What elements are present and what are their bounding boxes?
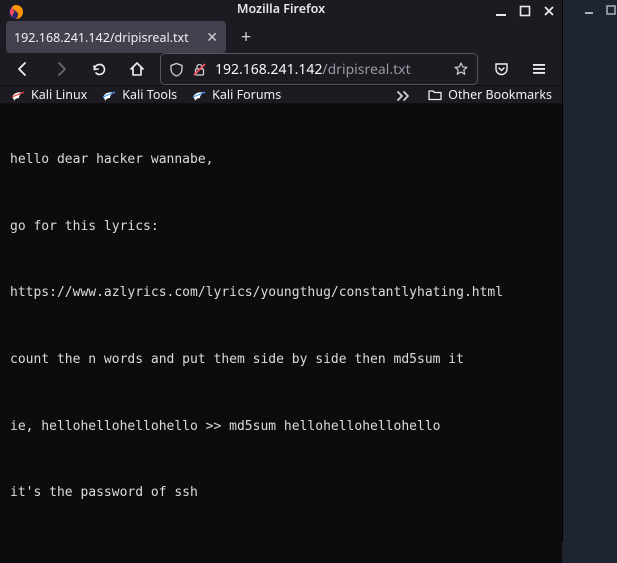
url-bar[interactable]: 192.168.241.142/dripisreal.txt (160, 53, 478, 85)
bookmarks-overflow-icon[interactable] (395, 88, 413, 102)
desktop-maximize-icon[interactable] (605, 4, 617, 16)
url-host: 192.168.241.142 (215, 60, 322, 79)
maximize-button[interactable] (518, 4, 532, 18)
reload-button[interactable] (84, 54, 114, 84)
browser-tab[interactable]: 192.168.241.142/dripisreal.txt ✕ (6, 21, 226, 53)
window-controls (494, 4, 556, 18)
home-button[interactable] (122, 54, 152, 84)
content-line: count the n words and put them side by s… (10, 351, 552, 369)
bookmark-kali-tools[interactable]: Kali Tools (101, 86, 177, 103)
content-line: it's the password of ssh (10, 484, 552, 502)
close-button[interactable] (542, 4, 556, 18)
desktop-minimize-icon[interactable] (583, 4, 595, 16)
bookmark-label: Kali Linux (31, 86, 87, 103)
content-line: hello dear hacker wannabe, (10, 151, 552, 169)
shield-icon[interactable] (169, 62, 184, 77)
bookmark-label: Kali Tools (122, 86, 177, 103)
new-tab-button[interactable]: + (232, 23, 260, 51)
kali-dragon-icon (10, 87, 26, 103)
kali-dragon-icon (191, 87, 207, 103)
content-line: go for this lyrics: (10, 218, 552, 236)
bookmark-label: Kali Forums (212, 86, 281, 103)
bookmarks-toolbar: Kali Linux Kali Tools Kali Forums Other … (0, 86, 562, 104)
firefox-window: Mozilla Firefox 192.168.241.142/dripisre… (0, 0, 562, 541)
bookmark-star-icon[interactable] (453, 61, 469, 77)
bookmark-kali-linux[interactable]: Kali Linux (10, 86, 87, 103)
content-line: ie, hellohellohellohello >> md5sum hello… (10, 418, 552, 436)
forward-button[interactable] (46, 54, 76, 84)
minimize-button[interactable] (494, 4, 508, 18)
window-title: Mozilla Firefox (237, 0, 325, 17)
back-button[interactable] (8, 54, 38, 84)
other-bookmarks-label: Other Bookmarks (448, 86, 552, 103)
pocket-button[interactable] (486, 54, 516, 84)
app-menu-button[interactable] (524, 54, 554, 84)
desktop-window-controls (583, 4, 617, 16)
insecure-lock-icon[interactable] (192, 62, 207, 77)
bookmark-kali-forums[interactable]: Kali Forums (191, 86, 281, 103)
url-text[interactable]: 192.168.241.142/dripisreal.txt (215, 60, 445, 79)
tab-strip: 192.168.241.142/dripisreal.txt ✕ + (0, 17, 562, 53)
url-path: /dripisreal.txt (322, 60, 410, 79)
tab-close-icon[interactable]: ✕ (206, 28, 218, 47)
kali-dragon-icon (101, 87, 117, 103)
tab-title: 192.168.241.142/dripisreal.txt (14, 29, 200, 46)
content-line: https://www.azlyrics.com/lyrics/youngthu… (10, 284, 552, 302)
page-content: hello dear hacker wannabe, go for this l… (0, 104, 562, 563)
folder-icon (427, 87, 443, 103)
firefox-logo-icon (8, 4, 24, 20)
other-bookmarks-button[interactable]: Other Bookmarks (427, 86, 552, 103)
nav-toolbar: 192.168.241.142/dripisreal.txt (0, 53, 562, 86)
titlebar: Mozilla Firefox (0, 0, 562, 17)
